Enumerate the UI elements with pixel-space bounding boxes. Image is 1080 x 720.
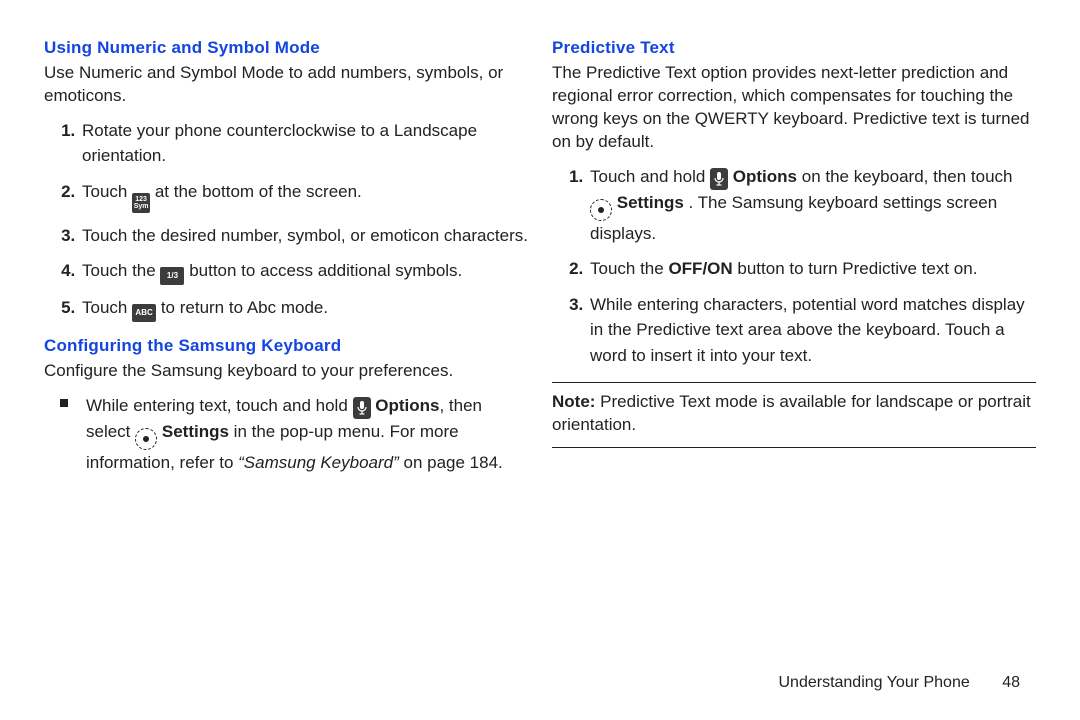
heading-predictive: Predictive Text — [552, 38, 1036, 58]
note: Note: Predictive Text mode is available … — [552, 391, 1036, 437]
list-item: While entering characters, potential wor… — [588, 292, 1036, 369]
list-item: Rotate your phone counterclockwise to a … — [80, 118, 528, 169]
options-label: Options — [375, 396, 439, 415]
list-item: Touch the OFF/ON button to turn Predicti… — [588, 256, 1036, 282]
list-item: Touch the 1/3 button to access additiona… — [80, 258, 528, 285]
divider — [552, 447, 1036, 448]
config-intro: Configure the Samsung keyboard to your p… — [44, 360, 528, 383]
footer-section: Understanding Your Phone — [778, 674, 969, 691]
key-123-sym-icon: 123Sym — [132, 193, 150, 213]
heading-numeric-symbol: Using Numeric and Symbol Mode — [44, 38, 528, 58]
gear-icon — [135, 428, 157, 450]
right-column: Predictive Text The Predictive Text opti… — [552, 38, 1036, 482]
options-label: Options — [733, 167, 797, 186]
predictive-intro: The Predictive Text option provides next… — [552, 62, 1036, 154]
left-column: Using Numeric and Symbol Mode Use Numeri… — [44, 38, 528, 482]
predictive-steps: Touch and hold Options on the keyboard, … — [552, 164, 1036, 369]
page-footer: Understanding Your Phone 48 — [778, 674, 1020, 692]
list-item: Touch ABC to return to Abc mode. — [80, 295, 528, 322]
list-item: While entering text, touch and hold Opti… — [80, 393, 528, 476]
config-bullets: While entering text, touch and hold Opti… — [44, 393, 528, 476]
crossref: “Samsung Keyboard” — [238, 453, 399, 472]
list-item: Touch and hold Options on the keyboard, … — [588, 164, 1036, 247]
divider — [552, 382, 1036, 383]
note-label: Note: — [552, 392, 595, 411]
numeric-intro: Use Numeric and Symbol Mode to add numbe… — [44, 62, 528, 108]
off-on-label: OFF/ON — [668, 259, 732, 278]
page-number: 48 — [1002, 674, 1020, 692]
key-abc-icon: ABC — [132, 304, 156, 322]
gear-icon — [590, 199, 612, 221]
settings-label: Settings — [617, 193, 684, 212]
list-item: Touch the desired number, symbol, or emo… — [80, 223, 528, 249]
settings-label: Settings — [162, 422, 229, 441]
list-item: Touch 123Sym at the bottom of the screen… — [80, 179, 528, 213]
mic-options-icon — [353, 397, 371, 419]
mic-options-icon — [710, 168, 728, 190]
heading-configuring: Configuring the Samsung Keyboard — [44, 336, 528, 356]
numeric-steps: Rotate your phone counterclockwise to a … — [44, 118, 528, 323]
key-1of3-icon: 1/3 — [160, 267, 184, 285]
